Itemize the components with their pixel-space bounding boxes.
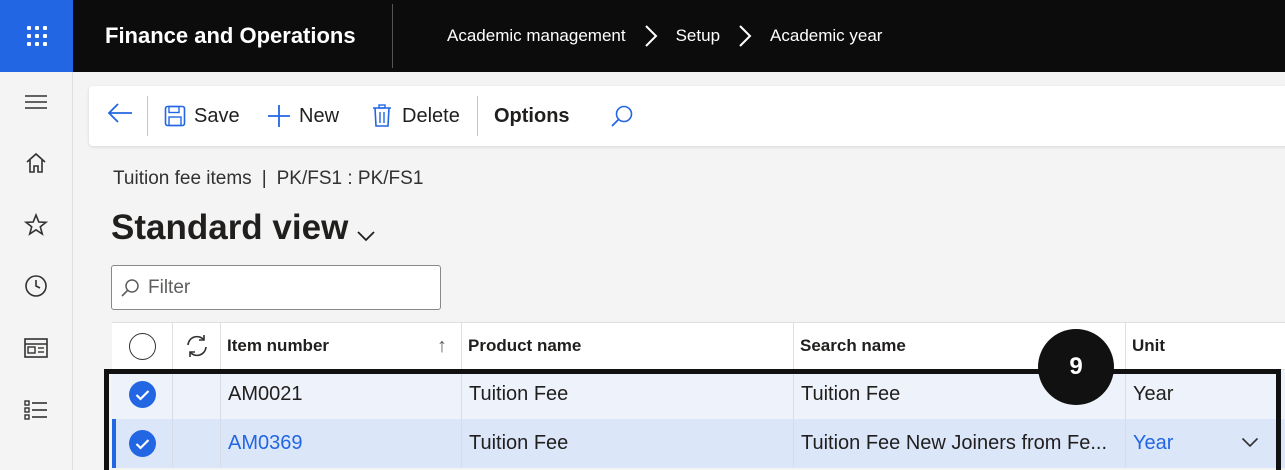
filter-box	[111, 265, 441, 310]
header-label: Search name	[800, 336, 906, 355]
delete-button[interactable]: Delete	[372, 86, 460, 146]
select-all-circle	[128, 332, 156, 360]
caption-record: PK/FS1 : PK/FS1	[276, 168, 424, 189]
page-title: Standard view	[111, 208, 349, 247]
page-caption: Tuition fee items | PK/FS1 : PK/FS1	[113, 166, 423, 192]
divider	[477, 96, 478, 136]
breadcrumb-item-academic-management[interactable]: Academic management	[447, 24, 626, 48]
chevron-right-icon	[730, 24, 760, 48]
save-button[interactable]: Save	[164, 86, 240, 146]
list-icon[interactable]	[18, 392, 54, 428]
home-icon[interactable]	[18, 145, 54, 181]
left-nav	[0, 72, 73, 470]
delete-label: Delete	[402, 104, 460, 127]
plus-icon	[267, 104, 291, 128]
save-icon	[164, 105, 186, 127]
breadcrumb: Academic management Setup Academic year	[447, 24, 882, 48]
clock-icon[interactable]	[18, 268, 54, 304]
search-button[interactable]	[610, 86, 634, 146]
breadcrumb-item-setup[interactable]: Setup	[676, 24, 720, 48]
hamburger-icon[interactable]	[18, 84, 54, 120]
waffle-icon[interactable]	[0, 0, 73, 72]
header-label: Unit	[1132, 336, 1166, 355]
new-button[interactable]: New	[267, 86, 339, 146]
top-bar: Finance and Operations Academic manageme…	[0, 0, 1285, 72]
refresh-icon	[184, 334, 210, 358]
chevron-down-icon	[356, 209, 376, 253]
column-header-item-number[interactable]: Item number ↑	[220, 323, 461, 369]
column-header-unit[interactable]: Unit	[1125, 323, 1285, 369]
app-title[interactable]: Finance and Operations	[105, 22, 356, 50]
step-badge: 9	[1038, 329, 1114, 405]
star-icon[interactable]	[18, 207, 54, 243]
breadcrumb-item-academic-year[interactable]: Academic year	[770, 24, 882, 48]
column-header-product-name[interactable]: Product name	[461, 323, 793, 369]
header-label: Product name	[468, 336, 582, 355]
divider	[147, 96, 148, 136]
top-divider	[392, 4, 393, 68]
back-button[interactable]	[107, 86, 133, 146]
workspace-icon[interactable]	[18, 330, 54, 366]
action-pane: Save New Delete Options	[89, 86, 1285, 146]
refresh-button[interactable]	[172, 323, 220, 369]
options-button[interactable]: Options	[494, 86, 570, 146]
chevron-right-icon	[636, 24, 666, 48]
caption-separator: |	[261, 168, 267, 189]
search-icon	[120, 278, 140, 303]
select-all-checkbox[interactable]	[112, 323, 172, 369]
trash-icon	[372, 104, 392, 128]
save-label: Save	[194, 104, 240, 127]
view-selector[interactable]: Standard view	[111, 203, 376, 253]
header-label: Item number	[227, 336, 330, 355]
caption-form-name: Tuition fee items	[113, 168, 252, 189]
filter-input[interactable]	[148, 266, 428, 309]
search-icon	[610, 104, 634, 128]
sort-ascending-icon: ↑	[437, 334, 447, 357]
new-label: New	[299, 104, 340, 127]
arrow-left-icon	[107, 102, 133, 130]
